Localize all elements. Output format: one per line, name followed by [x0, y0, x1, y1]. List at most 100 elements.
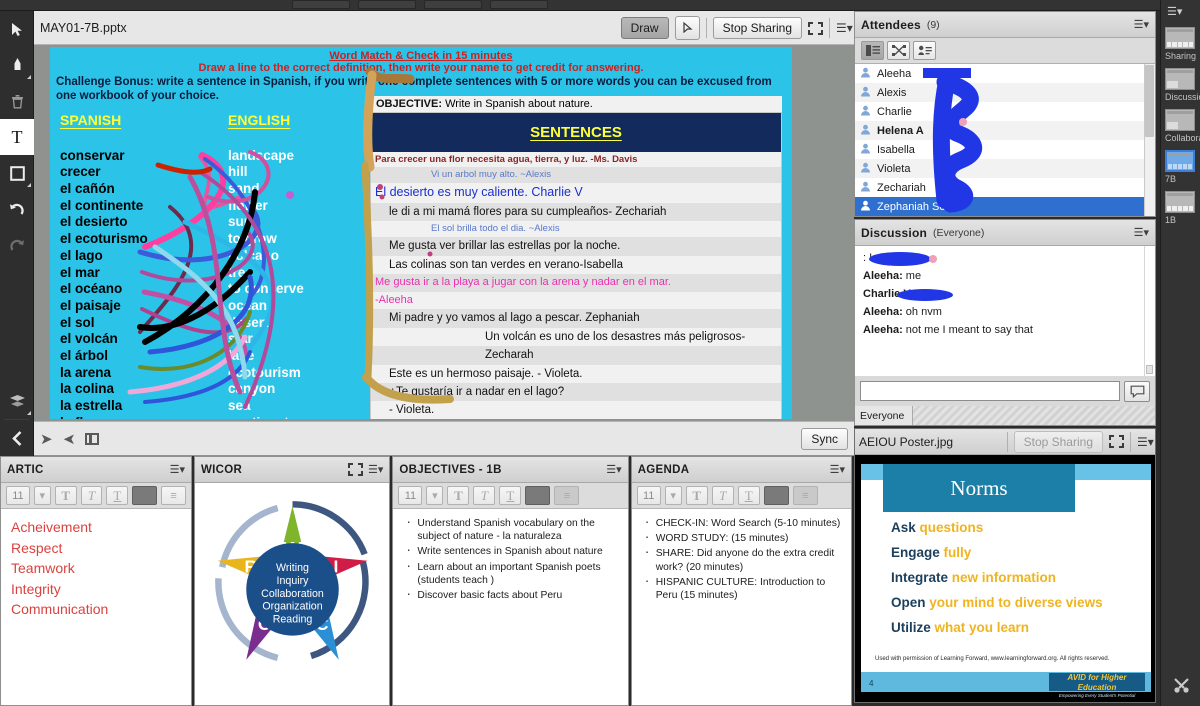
- discussion-title: Discussion: [861, 225, 928, 240]
- english-word: sea: [228, 398, 251, 414]
- breakout-view-icon[interactable]: [887, 41, 910, 60]
- attendee-avatar-icon: [860, 67, 871, 81]
- pointer-mode-button[interactable]: [674, 16, 700, 40]
- text-color-swatch[interactable]: [525, 486, 551, 505]
- bold-icon[interactable]: T: [54, 486, 77, 505]
- discussion-tab-everyone[interactable]: Everyone: [855, 406, 913, 425]
- attendee-row[interactable]: Zephaniah Senior: [855, 197, 1155, 216]
- next-slide-icon[interactable]: ➤: [63, 430, 76, 448]
- wicor-word: Reading: [272, 614, 312, 626]
- attendee-row[interactable]: Isabella: [855, 140, 1155, 159]
- draw-button[interactable]: Draw: [620, 17, 669, 39]
- fullscreen-icon[interactable]: [808, 21, 823, 35]
- agenda-item: HISPANIC CULTURE: Introduction to Peru (…: [642, 574, 843, 602]
- attendees-menu-icon[interactable]: ☰▾: [1134, 18, 1149, 31]
- italic-icon[interactable]: T: [711, 486, 734, 505]
- artic-font-size[interactable]: 11: [6, 486, 30, 505]
- agenda-menu-icon[interactable]: ☰▾: [830, 463, 845, 476]
- share-pod-menu-icon[interactable]: ☰▾: [836, 22, 853, 34]
- layout-preset-collaboration[interactable]: Collaboration: [1161, 104, 1200, 145]
- poster-menu-icon[interactable]: ☰▾: [1137, 436, 1154, 448]
- list-view-icon[interactable]: [861, 41, 884, 60]
- layers-tool-icon[interactable]: [0, 383, 34, 419]
- wicor-fullscreen-icon[interactable]: [348, 463, 364, 476]
- top-toolbar-button[interactable]: [490, 0, 548, 9]
- attendees-scroll-thumb[interactable]: [1145, 65, 1154, 137]
- objectives-menu-icon[interactable]: ☰▾: [606, 463, 621, 476]
- bold-icon[interactable]: T: [685, 486, 708, 505]
- layout-preset-7b[interactable]: 7B: [1161, 145, 1200, 186]
- agenda-font-size[interactable]: 11: [636, 486, 661, 505]
- collapse-rail-icon[interactable]: [0, 420, 34, 456]
- layers-options-corner[interactable]: [27, 411, 31, 415]
- bullet-list-icon[interactable]: ≡: [792, 486, 818, 505]
- discussion-resize-grip[interactable]: [1146, 365, 1153, 374]
- norm-lead: Open: [891, 595, 926, 610]
- text-color-swatch[interactable]: [763, 486, 789, 505]
- marker-tool-icon[interactable]: [0, 47, 34, 83]
- text-tool-icon[interactable]: T: [0, 119, 34, 155]
- redo-tool-icon[interactable]: [0, 227, 34, 263]
- discussion-scrollbar[interactable]: [1144, 246, 1155, 376]
- underline-icon[interactable]: T: [106, 486, 129, 505]
- detail-view-icon[interactable]: [913, 41, 936, 60]
- attendee-row[interactable]: Charlie: [855, 102, 1155, 121]
- discussion-text: me: [902, 270, 922, 282]
- artic-value-line: Communication: [11, 601, 109, 617]
- layout-preset-sharing[interactable]: Sharing: [1161, 22, 1200, 63]
- sync-button[interactable]: Sync: [801, 427, 848, 450]
- shape-options-corner[interactable]: [27, 183, 31, 187]
- artic-font-size-dropdown-icon[interactable]: ▾: [33, 486, 51, 505]
- poster-stop-sharing-button[interactable]: Stop Sharing: [1013, 430, 1103, 453]
- attendee-row[interactable]: Helena A: [855, 121, 1155, 140]
- top-toolbar-button[interactable]: [358, 0, 416, 9]
- undo-tool-icon[interactable]: [0, 191, 34, 227]
- previous-slide-icon[interactable]: ➤: [40, 430, 53, 448]
- objective-item: Learn about an important Spanish poets (…: [403, 559, 619, 587]
- objectives-font-size[interactable]: 11: [398, 486, 423, 505]
- bold-icon[interactable]: T: [447, 486, 470, 505]
- italic-icon[interactable]: T: [473, 486, 496, 505]
- bullet-list-icon[interactable]: ≡: [554, 486, 580, 505]
- discussion-tabs: Everyone: [855, 406, 1155, 425]
- pointer-tool-icon[interactable]: [0, 11, 34, 47]
- top-toolbar-button[interactable]: [292, 0, 350, 9]
- attendee-row[interactable]: Aleeha: [855, 64, 1155, 83]
- underline-icon[interactable]: T: [737, 486, 760, 505]
- tools-icon[interactable]: [1161, 677, 1200, 698]
- attendee-row[interactable]: Zechariah: [855, 178, 1155, 197]
- attendee-name: Helena A: [877, 124, 924, 137]
- shape-tool-icon[interactable]: [0, 155, 34, 191]
- bullet-list-icon[interactable]: ≡: [161, 486, 186, 505]
- layout-preset-1b[interactable]: 1B: [1161, 186, 1200, 227]
- delete-tool-icon[interactable]: [0, 83, 34, 119]
- objectives-body[interactable]: Understand Spanish vocabulary on the sub…: [393, 509, 628, 705]
- agenda-body[interactable]: CHECK-IN: Word Search (5-10 minutes)WORD…: [631, 509, 852, 705]
- wicor-menu-icon[interactable]: ☰▾: [368, 463, 383, 476]
- text-color-swatch[interactable]: [132, 486, 158, 505]
- side-panel-toggle-icon[interactable]: [85, 432, 100, 445]
- artic-menu-icon[interactable]: ☰▾: [170, 463, 185, 476]
- toolbar-divider: [829, 18, 830, 38]
- objectives-font-size-dropdown-icon[interactable]: ▾: [426, 486, 444, 505]
- attendees-scrollbar[interactable]: [1144, 64, 1155, 216]
- poster-title: Norms: [950, 475, 1008, 500]
- attendees-list[interactable]: Aleeha Alexis Charlie Helena A Isabella Viole…: [855, 64, 1155, 216]
- discussion-menu-icon[interactable]: ☰▾: [1134, 226, 1149, 239]
- layouts-menu-icon[interactable]: ☰▾: [1161, 0, 1200, 22]
- chat-bubble-icon[interactable]: [1124, 380, 1150, 402]
- italic-icon[interactable]: T: [80, 486, 103, 505]
- attendee-name: Violeta: [877, 162, 911, 175]
- stop-sharing-button[interactable]: Stop Sharing: [712, 17, 802, 39]
- artic-note-body[interactable]: Acheivement Respect Teamwork Integrity Commu…: [1, 509, 191, 705]
- attendee-row[interactable]: Alexis: [855, 83, 1155, 102]
- top-toolbar-button[interactable]: [424, 0, 482, 9]
- underline-icon[interactable]: T: [499, 486, 522, 505]
- attendee-row[interactable]: Violeta: [855, 159, 1155, 178]
- objective-label: OBJECTIVE:: [376, 97, 443, 110]
- agenda-font-size-dropdown-icon[interactable]: ▾: [664, 486, 682, 505]
- discussion-input[interactable]: [860, 381, 1120, 401]
- layout-preset-discussion[interactable]: Discussion: [1161, 63, 1200, 104]
- poster-fullscreen-icon[interactable]: [1109, 435, 1124, 448]
- tool-options-corner[interactable]: [27, 75, 31, 79]
